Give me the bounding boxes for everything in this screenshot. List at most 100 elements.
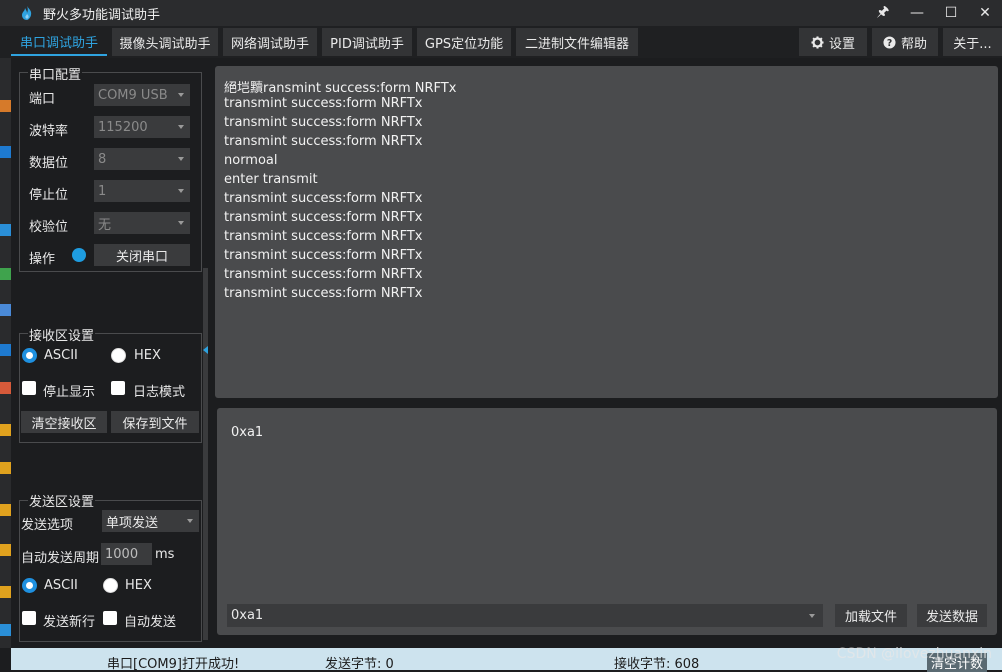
auto-send-checkbox[interactable] — [103, 611, 117, 625]
strip-marker — [0, 268, 11, 280]
chevron-down-icon — [187, 519, 193, 523]
strip-marker — [0, 586, 11, 598]
receive-line: transmint success:form NRFTx — [224, 248, 423, 263]
sent-bytes-count: 发送字节: 0 — [325, 657, 394, 672]
chevron-down-icon — [178, 221, 184, 225]
send-textarea[interactable]: 0xa1 — [231, 425, 263, 440]
parity-select[interactable]: 无 — [94, 212, 190, 234]
send-hex-radio[interactable] — [103, 578, 118, 593]
send-history-select[interactable]: 0xa1 — [227, 604, 823, 627]
stopbits-select[interactable]: 1 — [94, 180, 190, 202]
help-label: 帮助 — [900, 36, 927, 52]
tab-camera[interactable]: 摄像头调试助手 — [112, 28, 218, 56]
receive-line: transmint success:form NRFTx — [224, 229, 423, 244]
receive-textarea[interactable]: 絕垲黷ransmint success:form NRFTx transmint… — [215, 66, 998, 398]
port-status-indicator — [72, 248, 86, 262]
send-settings-title: 发送区设置 — [28, 491, 96, 510]
stopbits-value: 1 — [98, 183, 107, 199]
left-panel-scrollbar[interactable] — [203, 268, 208, 640]
tab-binary-editor[interactable]: 二进制文件编辑器 — [516, 28, 638, 56]
chevron-down-icon — [178, 189, 184, 193]
send-option-label: 发送选项 — [21, 518, 74, 533]
tab-gps[interactable]: GPS定位功能 — [417, 28, 511, 56]
baud-label: 波特率 — [29, 124, 69, 139]
help-button[interactable]: ? 帮助 — [872, 28, 938, 56]
databits-label: 数据位 — [29, 156, 69, 171]
strip-marker — [0, 462, 11, 474]
tab-network[interactable]: 网络调试助手 — [223, 28, 317, 56]
pin-icon: 🖈 — [876, 4, 890, 20]
stop-display-checkbox[interactable] — [22, 381, 36, 395]
port-select[interactable]: COM9 USB — [94, 84, 190, 106]
send-ascii-radio[interactable] — [22, 578, 37, 593]
strip-marker — [0, 146, 11, 158]
receive-line: transmint success:form NRFTx — [224, 286, 423, 301]
strip-marker — [0, 304, 11, 316]
load-file-button[interactable]: 加载文件 — [835, 604, 907, 627]
strip-marker — [0, 624, 11, 636]
strip-marker — [0, 224, 11, 236]
chevron-down-icon — [178, 125, 184, 129]
chevron-down-icon — [178, 93, 184, 97]
send-history-value: 0xa1 — [231, 608, 264, 623]
receive-line: transmint success:form NRFTx — [224, 96, 423, 111]
databits-select[interactable]: 8 — [94, 148, 190, 170]
receive-line: transmint success:form NRFTx — [224, 267, 423, 282]
send-option-select[interactable]: 单项发送 — [102, 510, 199, 532]
maximize-icon: ☐ — [944, 5, 958, 21]
maximize-button[interactable]: ☐ — [934, 0, 968, 26]
pin-button[interactable]: 🖈 — [866, 0, 900, 26]
receive-ascii-radio[interactable] — [22, 348, 37, 363]
clear-receive-button[interactable]: 清空接收区 — [21, 411, 107, 433]
close-button[interactable]: ✕ — [968, 0, 1002, 26]
log-mode-checkbox[interactable] — [111, 381, 125, 395]
send-data-button[interactable]: 发送数据 — [917, 604, 987, 627]
databits-value: 8 — [98, 151, 107, 167]
log-mode-label: 日志模式 — [133, 385, 186, 400]
send-panel: 0xa1 0xa1 加载文件 发送数据 — [217, 408, 997, 635]
send-newline-checkbox[interactable] — [22, 611, 36, 625]
receive-line: transmint success:form NRFTx — [224, 191, 423, 206]
status-message: 串口[COM9]打开成功! — [107, 657, 240, 672]
about-button[interactable]: 关于... — [943, 28, 1002, 56]
settings-button[interactable]: 设置 — [799, 28, 867, 56]
parity-value: 无 — [98, 217, 112, 233]
baud-value: 115200 — [98, 119, 148, 135]
tab-serial[interactable]: 串口调试助手 — [11, 28, 107, 56]
strip-marker — [0, 100, 11, 112]
strip-marker — [0, 544, 11, 556]
send-ascii-label: ASCII — [44, 578, 78, 593]
watermark: CSDN @ilovezhuanxin — [836, 646, 992, 662]
left-edge-strip — [0, 58, 11, 648]
settings-label: 设置 — [828, 36, 855, 52]
receive-hex-radio[interactable] — [111, 348, 126, 363]
auto-send-period-input[interactable]: 1000 — [101, 543, 152, 565]
receive-line: transmint success:form NRFTx — [224, 210, 423, 225]
app-title: 野火多功能调试助手 — [43, 7, 161, 23]
send-newline-label: 发送新行 — [43, 615, 96, 630]
collapse-panel-icon[interactable] — [203, 346, 208, 354]
serial-config-title: 串口配置 — [28, 64, 83, 83]
stop-display-label: 停止显示 — [43, 385, 96, 400]
gear-icon — [811, 35, 824, 49]
strip-marker — [0, 424, 11, 436]
receive-line: enter transmit — [224, 172, 318, 187]
strip-marker — [0, 344, 11, 356]
strip-marker — [0, 382, 11, 394]
receive-line: 絕垲黷ransmint success:form NRFTx — [224, 81, 457, 96]
baud-select[interactable]: 115200 — [94, 116, 190, 138]
close-icon: ✕ — [979, 5, 991, 21]
receive-settings-title: 接收区设置 — [28, 325, 96, 344]
received-bytes-count: 接收字节: 608 — [614, 657, 700, 672]
minimize-button[interactable]: — — [900, 0, 934, 26]
tab-pid[interactable]: PID调试助手 — [322, 28, 412, 56]
close-port-button[interactable]: 关闭串口 — [94, 244, 190, 266]
receive-hex-label: HEX — [134, 348, 161, 363]
strip-marker — [0, 504, 11, 516]
receive-line: transmint success:form NRFTx — [224, 115, 423, 130]
receive-line: transmint success:form NRFTx — [224, 134, 423, 149]
parity-label: 校验位 — [29, 220, 69, 235]
stopbits-label: 停止位 — [29, 188, 69, 203]
save-to-file-button[interactable]: 保存到文件 — [111, 411, 199, 433]
minimize-icon: — — [910, 5, 924, 21]
